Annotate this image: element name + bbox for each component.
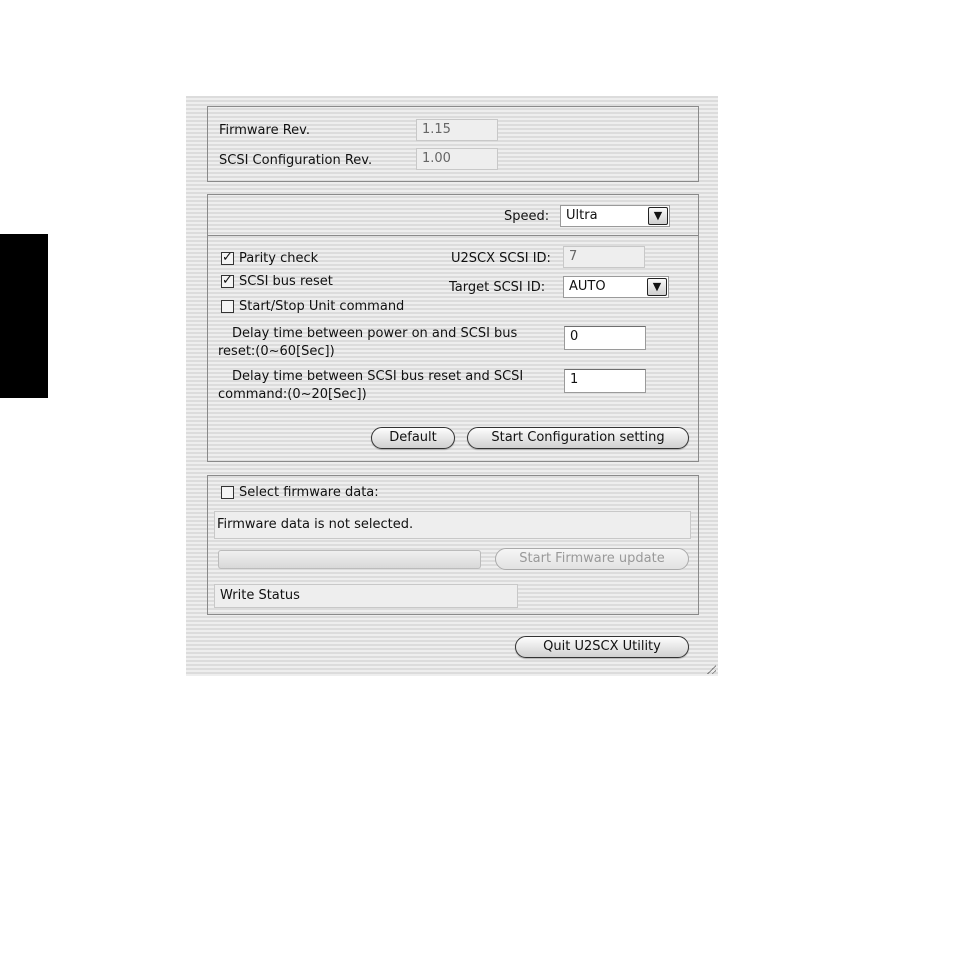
parity-check-label: Parity check [239,251,319,266]
start-stop-unit-label: Start/Stop Unit command [239,299,405,314]
select-firmware-checkbox[interactable]: Select firmware data: [221,485,379,500]
start-stop-unit-box[interactable] [221,300,234,313]
target-scsi-id-value: AUTO [569,279,606,294]
delay-reset-label-line1: Delay time between SCSI bus reset and SC… [232,369,524,384]
scsi-config-rev-field: 1.00 [416,148,498,170]
start-configuration-button[interactable]: Start Configuration setting [467,427,689,449]
parity-check-checkbox[interactable]: ✓ Parity check [221,251,318,266]
scsi-bus-reset-label: SCSI bus reset [239,274,333,289]
write-status-field: Write Status [214,584,518,608]
delay-power-input[interactable]: 0 [564,326,646,350]
chevron-down-icon[interactable]: ▼ [647,278,667,296]
speed-select[interactable]: Ultra ▼ [560,205,670,227]
speed-label: Speed: [504,209,550,224]
start-firmware-update-button[interactable]: Start Firmware update [495,548,689,570]
revision-info-group: Firmware Rev. 1.15 SCSI Configuration Re… [207,106,699,182]
delay-reset-label-line2: command:(0~20[Sec]) [218,387,367,402]
u2scx-scsi-id-label: U2SCX SCSI ID: [451,251,551,266]
scsi-bus-reset-checkbox[interactable]: ✓ SCSI bus reset [221,274,333,289]
parity-check-box[interactable]: ✓ [221,251,234,265]
firmware-update-group: Select firmware data: Firmware data is n… [207,475,699,615]
firmware-rev-label: Firmware Rev. [219,123,310,138]
delay-power-label-line2: reset:(0~60[Sec]) [218,344,335,359]
firmware-rev-field: 1.15 [416,119,498,141]
speed-divider [208,235,698,236]
scsi-bus-reset-box[interactable]: ✓ [221,274,234,288]
resize-grip-icon[interactable] [706,664,716,674]
target-scsi-id-select[interactable]: AUTO ▼ [563,276,669,298]
side-tab-marker [0,234,48,398]
select-firmware-box[interactable] [221,486,234,499]
quit-utility-button[interactable]: Quit U2SCX Utility [515,636,689,658]
speed-value: Ultra [566,208,598,223]
scsi-configuration-group: Speed: Ultra ▼ ✓ Parity check U2SCX SCSI… [207,194,699,462]
firmware-progress-bar [218,550,481,569]
target-scsi-id-label: Target SCSI ID: [449,280,546,295]
default-button[interactable]: Default [371,427,455,449]
select-firmware-label: Select firmware data: [239,485,379,500]
start-stop-unit-checkbox[interactable]: Start/Stop Unit command [221,299,404,314]
u2scx-scsi-id-field: 7 [563,246,645,268]
u2scx-utility-window: Firmware Rev. 1.15 SCSI Configuration Re… [186,96,718,676]
chevron-down-icon[interactable]: ▼ [648,207,668,225]
delay-reset-input[interactable]: 1 [564,369,646,393]
delay-power-label-line1: Delay time between power on and SCSI bus [232,326,518,341]
scsi-config-rev-label: SCSI Configuration Rev. [219,153,373,168]
firmware-status-field: Firmware data is not selected. [214,511,691,539]
